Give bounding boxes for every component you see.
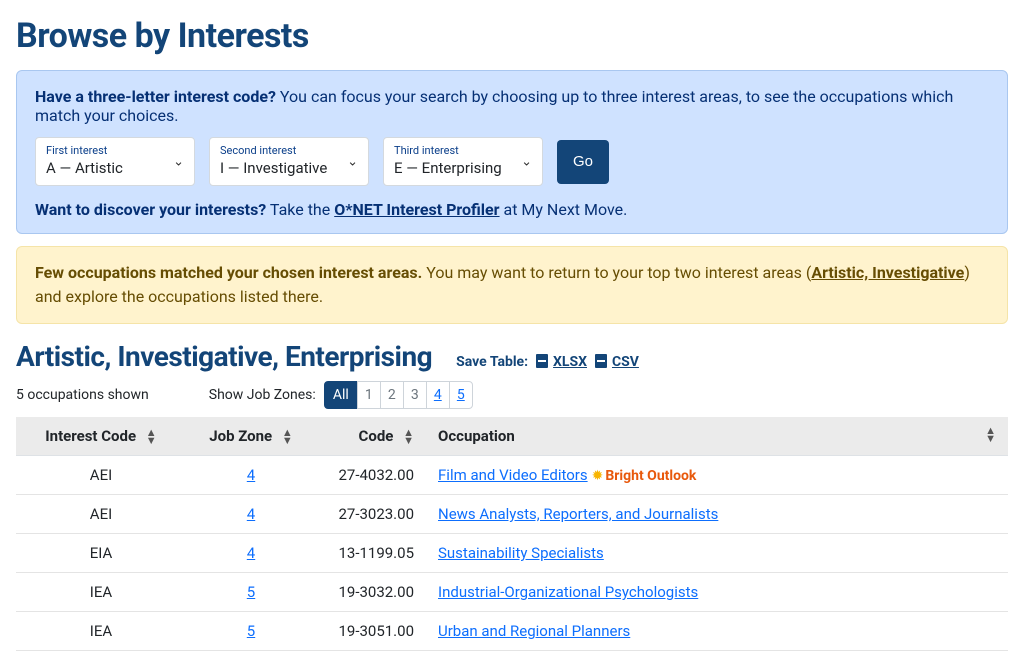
- job-zone-link[interactable]: 4: [247, 544, 255, 562]
- chevron-down-icon: ⌄: [521, 154, 532, 169]
- occupations-table: Interest Code ▲▼ Job Zone ▲▼ Code ▲▼ Occ…: [16, 417, 1008, 651]
- page-title: Browse by Interests: [16, 16, 1008, 56]
- save-xlsx-link[interactable]: XLSX: [553, 354, 587, 370]
- job-zone-cell: 5: [186, 612, 316, 651]
- table-row: EIA 4 13-1199.05 Sustainability Specialists: [16, 534, 1008, 573]
- occupation-cell: Film and Video Editors✹Bright Outlook: [426, 456, 1008, 495]
- col-interest-code[interactable]: Interest Code ▲▼: [16, 417, 186, 456]
- first-interest-label: First interest: [46, 144, 184, 157]
- csv-file-icon: [595, 354, 607, 368]
- interest-code-cell: IEA: [16, 573, 186, 612]
- job-zone-link[interactable]: 4: [247, 505, 255, 523]
- job-zone-button-group: All12345: [324, 381, 473, 409]
- code-cell: 19-3032.00: [316, 573, 426, 612]
- results-section-title: Artistic, Investigative, Enterprising: [16, 340, 432, 373]
- filter-row: 5 occupations shown Show Job Zones: All1…: [16, 381, 1008, 409]
- job-zone-cell: 4: [186, 495, 316, 534]
- third-interest-value: E — Enterprising: [394, 159, 532, 177]
- chevron-down-icon: ⌄: [173, 154, 184, 169]
- col-job-zone-label: Job Zone: [209, 427, 272, 445]
- job-zones-label: Show Job Zones:: [209, 387, 316, 403]
- col-code[interactable]: Code ▲▼: [316, 417, 426, 456]
- interest-profiler-link[interactable]: O*NET Interest Profiler: [334, 200, 499, 219]
- job-zone-link[interactable]: 5: [247, 622, 255, 640]
- discover-pre: Take the: [266, 200, 334, 219]
- job-zone-cell: 5: [186, 573, 316, 612]
- interest-code-panel: Have a three-letter interest code? You c…: [16, 70, 1008, 234]
- occupation-cell: Industrial-Organizational Psychologists: [426, 573, 1008, 612]
- third-interest-select[interactable]: Third interest E — Enterprising ⌄: [383, 137, 543, 186]
- job-zone-cell: 4: [186, 456, 316, 495]
- occupation-link[interactable]: Film and Video Editors: [438, 466, 588, 484]
- job-zone-4[interactable]: 4: [426, 381, 450, 409]
- occupation-cell: Urban and Regional Planners: [426, 612, 1008, 651]
- few-matches-bold: Few occupations matched your chosen inte…: [35, 263, 422, 282]
- top-two-interests-link[interactable]: Artistic, Investigative: [811, 263, 964, 282]
- second-interest-value: I — Investigative: [220, 159, 358, 177]
- col-code-label: Code: [359, 427, 394, 445]
- discover-interests-line: Want to discover your interests? Take th…: [35, 200, 989, 219]
- job-zone-2[interactable]: 2: [380, 381, 404, 409]
- sort-icon[interactable]: ▲▼: [985, 427, 996, 443]
- first-interest-value: A — Artistic: [46, 159, 184, 177]
- interest-code-cell: AEI: [16, 456, 186, 495]
- first-interest-select[interactable]: First interest A — Artistic ⌄: [35, 137, 195, 186]
- job-zone-1[interactable]: 1: [357, 381, 381, 409]
- few-matches-alert: Few occupations matched your chosen inte…: [16, 246, 1008, 324]
- interest-code-cell: AEI: [16, 495, 186, 534]
- col-occupation-label: Occupation: [438, 427, 515, 445]
- occupation-link[interactable]: Sustainability Specialists: [438, 544, 604, 562]
- discover-post: at My Next Move.: [500, 200, 628, 219]
- code-cell: 27-3023.00: [316, 495, 426, 534]
- save-table-label: Save Table:: [456, 354, 528, 370]
- code-cell: 19-3051.00: [316, 612, 426, 651]
- interest-code-cell: EIA: [16, 534, 186, 573]
- col-job-zone[interactable]: Job Zone ▲▼: [186, 417, 316, 456]
- section-heading-row: Artistic, Investigative, Enterprising Sa…: [16, 340, 1008, 373]
- sort-icon[interactable]: ▲▼: [282, 429, 293, 445]
- table-row: AEI427-4032.00Film and Video Editors✹Bri…: [16, 456, 1008, 495]
- table-row: IEA 5 19-3032.00 Industrial-Organizational …: [16, 573, 1008, 612]
- job-zone-filters: Show Job Zones: All12345: [209, 381, 473, 409]
- third-interest-label: Third interest: [394, 144, 532, 157]
- occupation-cell: News Analysts, Reporters, and Journalist…: [426, 495, 1008, 534]
- save-table-controls: Save Table: XLSX CSV: [456, 354, 639, 370]
- sort-icon[interactable]: ▲▼: [403, 429, 414, 445]
- save-csv-link[interactable]: CSV: [612, 354, 639, 370]
- go-button[interactable]: Go: [557, 140, 609, 184]
- job-zone-3[interactable]: 3: [403, 381, 427, 409]
- bright-outlook-label: Bright Outlook: [605, 468, 696, 484]
- discover-bold: Want to discover your interests?: [35, 200, 266, 219]
- col-interest-code-label: Interest Code: [45, 427, 136, 445]
- second-interest-select[interactable]: Second interest I — Investigative ⌄: [209, 137, 369, 186]
- occupation-cell: Sustainability Specialists: [426, 534, 1008, 573]
- chevron-down-icon: ⌄: [347, 154, 358, 169]
- code-cell: 27-4032.00: [316, 456, 426, 495]
- second-interest-label: Second interest: [220, 144, 358, 157]
- job-zone-cell: 4: [186, 534, 316, 573]
- job-zone-5[interactable]: 5: [449, 381, 473, 409]
- occupation-link[interactable]: Industrial-Organizational Psychologists: [438, 583, 698, 601]
- table-row: IEA 5 19-3051.00 Urban and Regional Planner…: [16, 612, 1008, 651]
- interest-selects-row: First interest A — Artistic ⌄ Second int…: [35, 137, 989, 186]
- col-occupation[interactable]: Occupation ▲▼: [426, 417, 1008, 456]
- few-matches-pre: You may want to return to your top two i…: [422, 263, 811, 282]
- interest-code-help-bold: Have a three-letter interest code?: [35, 87, 276, 106]
- occupation-link[interactable]: News Analysts, Reporters, and Journalist…: [438, 505, 718, 523]
- bright-outlook-icon: ✹: [592, 468, 604, 484]
- occupations-count: 5 occupations shown: [16, 387, 149, 403]
- sort-icon[interactable]: ▲▼: [146, 429, 157, 445]
- job-zone-all[interactable]: All: [324, 381, 358, 409]
- interest-code-cell: IEA: [16, 612, 186, 651]
- job-zone-link[interactable]: 5: [247, 583, 255, 601]
- occupation-link[interactable]: Urban and Regional Planners: [438, 622, 630, 640]
- job-zone-link[interactable]: 4: [247, 466, 255, 484]
- code-cell: 13-1199.05: [316, 534, 426, 573]
- xlsx-file-icon: [536, 354, 548, 368]
- table-row: AEI 4 27-3023.00 News Analysts, Reporters, …: [16, 495, 1008, 534]
- interest-code-help: Have a three-letter interest code? You c…: [35, 87, 989, 125]
